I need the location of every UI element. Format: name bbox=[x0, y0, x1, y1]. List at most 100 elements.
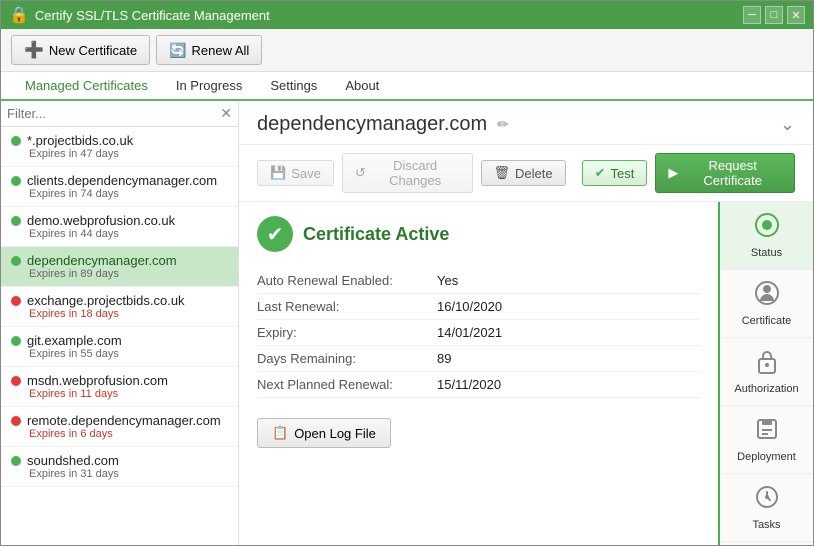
status-dot bbox=[11, 136, 21, 146]
maximize-button[interactable]: □ bbox=[765, 6, 783, 24]
cert-list: *.projectbids.co.uk Expires in 47 days c… bbox=[1, 127, 238, 545]
plus-circle-icon: ➕ bbox=[24, 40, 44, 60]
request-icon: ▶ bbox=[668, 165, 678, 181]
test-icon: ✔ bbox=[595, 165, 606, 181]
status-check-icon: ✔ bbox=[257, 216, 293, 252]
discard-icon: ↺ bbox=[355, 165, 366, 181]
request-label: Request Certificate bbox=[683, 158, 782, 188]
title-bar: 🔒 Certify SSL/TLS Certificate Management… bbox=[1, 1, 813, 29]
discard-label: Discard Changes bbox=[371, 158, 460, 188]
expiry-label: Expiry: bbox=[257, 325, 437, 340]
cert-name: git.example.com bbox=[27, 333, 122, 348]
panel-label-authorization: Authorization bbox=[734, 383, 798, 395]
panel-label-certificate: Certificate bbox=[742, 315, 792, 327]
right-panel: Status Certificate Authorization Deploym… bbox=[718, 202, 813, 545]
panel-item-deployment[interactable]: Deployment bbox=[720, 406, 813, 474]
list-item[interactable]: git.example.com Expires in 55 days bbox=[1, 327, 238, 367]
new-certificate-button[interactable]: ➕ New Certificate bbox=[11, 35, 150, 65]
delete-label: Delete bbox=[515, 166, 553, 181]
title-bar-controls: ─ □ ✕ bbox=[743, 6, 805, 24]
minimize-button[interactable]: ─ bbox=[743, 6, 761, 24]
status-dot bbox=[11, 416, 21, 426]
renew-all-button[interactable]: 🔄 Renew All bbox=[156, 35, 262, 65]
open-log-button[interactable]: 📋 Open Log File bbox=[257, 418, 391, 448]
window-title: Certify SSL/TLS Certificate Management bbox=[35, 8, 270, 23]
cert-name: remote.dependencymanager.com bbox=[27, 413, 221, 428]
cert-expiry: Expires in 31 days bbox=[29, 468, 228, 480]
cert-expiry: Expires in 44 days bbox=[29, 228, 228, 240]
panel-item-authorization[interactable]: Authorization bbox=[720, 338, 813, 406]
list-item[interactable]: msdn.webprofusion.com Expires in 11 days bbox=[1, 367, 238, 407]
new-certificate-label: New Certificate bbox=[49, 43, 137, 58]
expiry-value: 14/01/2021 bbox=[437, 325, 502, 340]
title-bar-left: 🔒 Certify SSL/TLS Certificate Management bbox=[9, 5, 270, 25]
list-item[interactable]: dependencymanager.com Expires in 89 days bbox=[1, 247, 238, 287]
renew-icon: 🔄 bbox=[169, 42, 186, 59]
filter-clear-button[interactable]: ✕ bbox=[220, 105, 232, 122]
panel-item-certificate[interactable]: Certificate bbox=[720, 270, 813, 338]
expiry-row: Expiry: 14/01/2021 bbox=[257, 320, 700, 346]
filter-input[interactable] bbox=[7, 106, 220, 121]
status-dot bbox=[11, 216, 21, 226]
tab-about[interactable]: About bbox=[331, 72, 393, 101]
cert-name: clients.dependencymanager.com bbox=[27, 173, 217, 188]
save-icon: 💾 bbox=[270, 165, 286, 181]
chevron-down-icon[interactable]: ⌄ bbox=[780, 114, 795, 135]
list-item[interactable]: exchange.projectbids.co.uk Expires in 18… bbox=[1, 287, 238, 327]
save-button[interactable]: 💾 Save bbox=[257, 160, 334, 186]
edit-icon[interactable]: ✏ bbox=[497, 116, 509, 133]
cert-name: msdn.webprofusion.com bbox=[27, 373, 168, 388]
status-dot bbox=[11, 456, 21, 466]
list-item[interactable]: *.projectbids.co.uk Expires in 47 days bbox=[1, 127, 238, 167]
cert-name: soundshed.com bbox=[27, 453, 119, 468]
main-panel: dependencymanager.com ✏ ⌄ 💾 Save ↺ Disca… bbox=[239, 101, 813, 545]
discard-button[interactable]: ↺ Discard Changes bbox=[342, 153, 473, 193]
auto-renewal-label: Auto Renewal Enabled: bbox=[257, 273, 437, 288]
tab-managed[interactable]: Managed Certificates bbox=[11, 72, 162, 101]
panel-label-status: Status bbox=[751, 247, 782, 259]
main-content: ✔ Certificate Active Auto Renewal Enable… bbox=[239, 202, 813, 545]
delete-icon: 🗑 bbox=[494, 165, 511, 181]
cert-name: *.projectbids.co.uk bbox=[27, 133, 133, 148]
delete-button[interactable]: 🗑 Delete bbox=[481, 160, 566, 186]
list-item[interactable]: soundshed.com Expires in 31 days bbox=[1, 447, 238, 487]
panel-label-tasks: Tasks bbox=[752, 519, 780, 531]
next-renewal-row: Next Planned Renewal: 15/11/2020 bbox=[257, 372, 700, 398]
days-value: 89 bbox=[437, 351, 451, 366]
cert-name: exchange.projectbids.co.uk bbox=[27, 293, 185, 308]
status-dot bbox=[11, 256, 21, 266]
action-bar: 💾 Save ↺ Discard Changes 🗑 Delete ✔ Test bbox=[239, 145, 813, 202]
list-item[interactable]: remote.dependencymanager.com Expires in … bbox=[1, 407, 238, 447]
renew-all-label: Renew All bbox=[192, 43, 250, 58]
test-label: Test bbox=[611, 166, 635, 181]
cert-expiry: Expires in 55 days bbox=[29, 348, 228, 360]
details: ✔ Certificate Active Auto Renewal Enable… bbox=[239, 202, 718, 545]
list-item[interactable]: demo.webprofusion.co.uk Expires in 44 da… bbox=[1, 207, 238, 247]
test-button[interactable]: ✔ Test bbox=[582, 160, 648, 186]
request-certificate-button[interactable]: ▶ Request Certificate bbox=[655, 153, 795, 193]
content: ✕ *.projectbids.co.uk Expires in 47 days… bbox=[1, 101, 813, 545]
panel-item-status[interactable]: Status bbox=[720, 202, 813, 270]
log-icon: 📋 bbox=[272, 425, 288, 441]
domain-title: dependencymanager.com bbox=[257, 113, 487, 136]
cert-expiry: Expires in 11 days bbox=[29, 388, 228, 400]
days-label: Days Remaining: bbox=[257, 351, 437, 366]
last-renewal-row: Last Renewal: 16/10/2020 bbox=[257, 294, 700, 320]
panel-label-deployment: Deployment bbox=[737, 451, 796, 463]
close-button[interactable]: ✕ bbox=[787, 6, 805, 24]
status-dot bbox=[11, 376, 21, 386]
tab-inprogress[interactable]: In Progress bbox=[162, 72, 256, 101]
tasks-icon bbox=[754, 484, 780, 516]
panel-item-preview[interactable]: Preview bbox=[720, 542, 813, 545]
cert-expiry: Expires in 89 days bbox=[29, 268, 228, 280]
next-renewal-value: 15/11/2020 bbox=[437, 377, 501, 392]
cert-expiry: Expires in 74 days bbox=[29, 188, 228, 200]
status-icon bbox=[754, 212, 780, 244]
panel-item-tasks[interactable]: Tasks bbox=[720, 474, 813, 542]
status-dot bbox=[11, 336, 21, 346]
list-item[interactable]: clients.dependencymanager.com Expires in… bbox=[1, 167, 238, 207]
last-renewal-label: Last Renewal: bbox=[257, 299, 437, 314]
next-renewal-label: Next Planned Renewal: bbox=[257, 377, 437, 392]
cert-expiry: Expires in 47 days bbox=[29, 148, 228, 160]
tab-settings[interactable]: Settings bbox=[256, 72, 331, 101]
